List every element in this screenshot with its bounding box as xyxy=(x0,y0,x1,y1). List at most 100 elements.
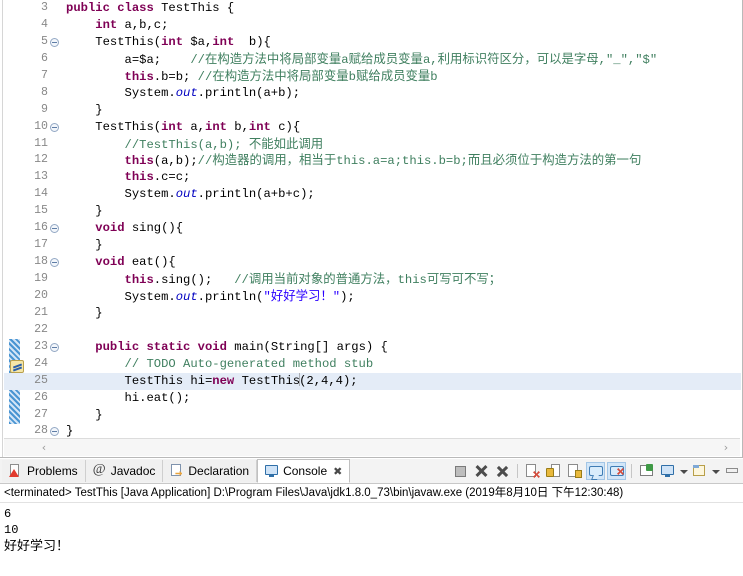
code-text: this.c=c; xyxy=(124,170,191,185)
code-line-6[interactable]: 6 a=$a; //在构造方法中将局部变量a赋给成员变量a,利用标识符区分，可以… xyxy=(4,51,741,68)
line-number-11: 11 xyxy=(34,136,48,150)
problems-icon xyxy=(9,464,23,478)
code-line-22[interactable]: 22 xyxy=(4,322,741,339)
tab-javadoc[interactable]: Javadoc xyxy=(85,460,164,482)
code-text: System.out.println("好好学习！"); xyxy=(66,288,355,304)
code-line-8[interactable]: 8 System.out.println(a+b); xyxy=(4,85,741,102)
fold-collapse-icon[interactable] xyxy=(50,37,59,47)
minimize-view-button[interactable] xyxy=(722,462,741,480)
code-viewport[interactable]: 3 public class TestThis {4 int a,b,c; 5 Te… xyxy=(4,0,741,437)
code-line-4[interactable]: 4 int a,b,c; xyxy=(4,17,741,34)
code-line-15[interactable]: 15 } xyxy=(4,203,741,220)
close-icon[interactable]: ✖ xyxy=(333,465,342,478)
code-text: } xyxy=(66,407,103,422)
code-text: System.out.println(a+b+c); xyxy=(66,187,315,202)
scroll-right-arrow-icon[interactable]: › xyxy=(718,440,734,455)
console-icon xyxy=(265,464,279,478)
tab-label: Console xyxy=(283,464,328,478)
code-text: hi.eat(); xyxy=(66,390,191,405)
fold-collapse-icon[interactable] xyxy=(50,342,59,352)
code-line-19[interactable]: 19 this.sing(); //调用当前对象的普通方法，this可写可不写； xyxy=(4,271,741,288)
console-toolbar[interactable] xyxy=(451,461,741,481)
java-source-editor[interactable]: 3 public class TestThis {4 int a,b,c; 5 Te… xyxy=(0,0,743,458)
code-line-3[interactable]: 3 public class TestThis { xyxy=(4,0,741,17)
declaration-icon xyxy=(170,464,184,478)
code-line-14[interactable]: 14 System.out.println(a+b+c); xyxy=(4,186,741,203)
display-selected-console-button[interactable] xyxy=(658,462,677,480)
fold-collapse-icon[interactable] xyxy=(50,122,59,132)
line-number-7: 7 xyxy=(41,68,48,82)
chevron-down-icon[interactable] xyxy=(711,462,720,480)
code-text: // TODO Auto-generated method stub xyxy=(124,356,374,371)
code-line-21[interactable]: 21 } xyxy=(4,305,741,322)
line-number-19: 19 xyxy=(34,272,48,285)
code-line-list: 3 public class TestThis {4 int a,b,c; 5 Te… xyxy=(4,0,741,437)
code-line-9[interactable]: 9 } xyxy=(4,102,741,119)
chevron-down-icon[interactable] xyxy=(679,462,688,480)
fold-collapse-icon[interactable] xyxy=(50,258,59,268)
fold-collapse-icon[interactable] xyxy=(50,427,59,437)
remove-all-terminated-button[interactable] xyxy=(493,462,512,480)
show-console-on-output-button[interactable] xyxy=(586,462,605,480)
launch-status-line: <terminated> TestThis [Java Application]… xyxy=(0,484,743,503)
line-number-25: 25 xyxy=(34,373,48,387)
code-text: } xyxy=(66,424,74,437)
word-wrap-button[interactable] xyxy=(565,462,584,480)
code-text: TestThis hi=new TestThis(2,4,4); xyxy=(66,372,358,388)
toolbar-separator xyxy=(517,464,518,478)
toolbar-separator xyxy=(631,464,632,478)
code-text: } xyxy=(66,238,103,253)
line-number-15: 15 xyxy=(34,204,48,218)
code-text: } xyxy=(66,204,103,219)
code-line-24[interactable]: 24 // TODO Auto-generated method stub xyxy=(4,356,741,373)
line-number-8: 8 xyxy=(41,85,48,99)
code-line-17[interactable]: 17 } xyxy=(4,237,741,254)
pin-console-button[interactable] xyxy=(637,462,656,480)
line-number-27: 27 xyxy=(34,407,48,421)
line-number-4: 4 xyxy=(41,17,48,31)
line-number-28: 28 xyxy=(34,424,48,437)
code-line-16[interactable]: 16 void sing(){ xyxy=(4,220,741,237)
code-text: a=$a; //在构造方法中将局部变量a赋给成员变量a,利用标识符区分，可以是字… xyxy=(66,51,658,67)
clear-console-button[interactable] xyxy=(523,462,542,480)
code-line-5[interactable]: 5 TestThis(int $a,int b){ xyxy=(4,34,741,51)
code-line-11[interactable]: 11 //TestThis(a,b); 不能如此调用 xyxy=(4,136,741,153)
code-line-28[interactable]: 28} xyxy=(4,423,741,437)
code-line-10[interactable]: 10 TestThis(int a,int b,int c){ xyxy=(4,119,741,136)
code-line-27[interactable]: 27 } xyxy=(4,407,741,424)
editor-horizontal-scrollbar[interactable]: ‹ › xyxy=(4,438,740,456)
code-line-12[interactable]: 12 this(a,b);//构造器的调用，相当于this.a=a;this.b… xyxy=(4,152,741,169)
open-console-button[interactable] xyxy=(690,462,709,480)
javadoc-icon xyxy=(93,462,107,478)
show-console-on-error-button[interactable] xyxy=(607,462,626,480)
scroll-lock-button[interactable] xyxy=(544,462,563,480)
line-number-22: 22 xyxy=(34,322,48,336)
code-text: //TestThis(a,b); 不能如此调用 xyxy=(124,136,324,152)
line-number-13: 13 xyxy=(34,170,48,184)
code-line-23[interactable]: 23 public static void main(String[] args… xyxy=(4,339,741,356)
code-line-25[interactable]: 25 TestThis hi=new TestThis(2,4,4); xyxy=(4,372,741,390)
view-tab-bar[interactable]: Problems Javadoc Declaration Console ✖ xyxy=(0,459,743,484)
editor-left-edge xyxy=(0,0,3,457)
line-number-20: 20 xyxy=(34,288,48,302)
tab-console[interactable]: Console ✖ xyxy=(257,459,351,483)
code-line-18[interactable]: 18 void eat(){ xyxy=(4,254,741,271)
line-number-6: 6 xyxy=(41,51,48,65)
scroll-left-arrow-icon[interactable]: ‹ xyxy=(36,440,52,455)
tab-label: Javadoc xyxy=(110,464,156,478)
remove-launch-button[interactable] xyxy=(472,462,491,480)
code-line-26[interactable]: 26 hi.eat(); xyxy=(4,390,741,407)
tab-declaration[interactable]: Declaration xyxy=(163,460,258,482)
code-text: TestThis(int $a,int b){ xyxy=(66,34,271,49)
code-text: void sing(){ xyxy=(95,221,184,236)
console-output-line: 10 xyxy=(4,523,19,537)
terminate-button[interactable] xyxy=(451,462,470,480)
code-line-13[interactable]: 13 this.c=c; xyxy=(4,169,741,186)
line-number-24: 24 xyxy=(34,356,48,370)
tab-problems[interactable]: Problems xyxy=(2,460,86,482)
code-text: } xyxy=(66,305,103,320)
console-output[interactable]: 6 10 好好学习！ xyxy=(0,503,743,576)
code-line-20[interactable]: 20 System.out.println("好好学习！"); xyxy=(4,288,741,305)
fold-collapse-icon[interactable] xyxy=(50,224,59,234)
code-line-7[interactable]: 7 this.b=b; //在构造方法中将局部变量b赋给成员变量b xyxy=(4,68,741,85)
